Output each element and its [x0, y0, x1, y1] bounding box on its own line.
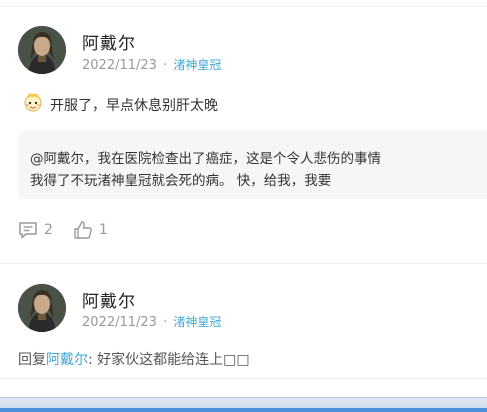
reply-content: 回复阿戴尔: 好家伙这都能给连上□□: [18, 349, 250, 369]
meta-separator: ·: [163, 58, 168, 73]
reply-meta: 2022/11/23 · 渚神皇冠: [82, 313, 221, 330]
reply-count: 2: [44, 222, 53, 238]
bottom-divider: [0, 378, 487, 379]
avatar[interactable]: [18, 26, 66, 74]
reply-text: : 好家伙这都能给连上□□: [88, 352, 250, 368]
comment-date: 2022/11/23: [82, 58, 157, 73]
meta-separator: ·: [163, 315, 168, 330]
reply-date: 2022/11/23: [82, 315, 157, 330]
comment-board-link[interactable]: 渚神皇冠: [173, 58, 221, 72]
avatar[interactable]: [18, 284, 66, 332]
thumbs-up-icon: [74, 221, 92, 239]
top-divider: [0, 6, 487, 7]
cartoon-face-icon: [22, 91, 44, 113]
taskbar-accent: [0, 408, 487, 412]
reply-mention-link[interactable]: 阿戴尔: [46, 352, 88, 368]
reply-author[interactable]: 阿戴尔: [82, 287, 136, 312]
comment-author[interactable]: 阿戴尔: [82, 29, 136, 54]
quote-line-2: 我得了不玩渚神皇冠就会死的病。 快，给我，我要: [30, 173, 332, 189]
like-count: 1: [98, 222, 108, 238]
like-button[interactable]: 1: [73, 220, 108, 240]
taskbar: [0, 397, 487, 412]
reply-board-link[interactable]: 渚神皇冠: [173, 315, 221, 329]
comment-divider: [0, 263, 487, 264]
quote-line-1: @阿戴尔，我在医院检查出了癌症，这是个令人悲伤的事情: [30, 151, 381, 167]
comment-icon: [19, 222, 37, 239]
reply-prefix: 回复: [18, 352, 46, 368]
comment-actions: 2 1: [18, 218, 128, 242]
quoted-message: @阿戴尔，我在医院检查出了癌症，这是个令人悲伤的事情 我得了不玩渚神皇冠就会死的…: [18, 131, 487, 199]
comment-text: 开服了，早点休息别肝太晚: [50, 98, 218, 114]
reply-button[interactable]: 2: [18, 221, 53, 239]
comment-meta: 2022/11/23 · 渚神皇冠: [82, 56, 221, 73]
